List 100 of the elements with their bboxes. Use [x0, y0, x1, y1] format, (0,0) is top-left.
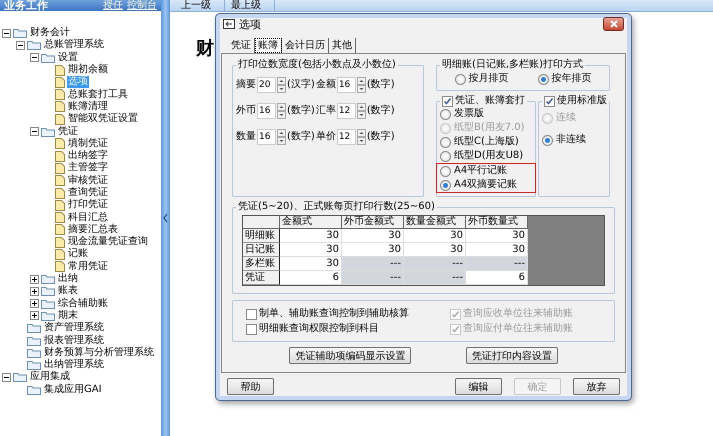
- checkbox[interactable]: [246, 324, 257, 334]
- spin-buttons[interactable]: [277, 129, 286, 145]
- document-icon: [55, 200, 65, 211]
- tree-item[interactable]: 出纳签字: [67, 150, 109, 162]
- document-icon: [55, 261, 65, 272]
- table-cell[interactable]: 30: [280, 257, 342, 271]
- tree-item[interactable]: 打印凭证: [67, 199, 109, 212]
- tree-item[interactable]: 主管签字: [67, 162, 109, 174]
- checkbox-label: 查询应收单位往来辅助账: [463, 308, 573, 320]
- tab[interactable]: 账簿: [255, 38, 282, 53]
- tree-item[interactable]: 查询凭证: [67, 187, 109, 199]
- table-cell[interactable]: 30: [280, 243, 342, 257]
- collapse-icon[interactable]: [16, 40, 25, 50]
- close-button[interactable]: [603, 17, 624, 31]
- tree-item[interactable]: 智能双凭证设置: [67, 113, 139, 126]
- tree-item[interactable]: 设置: [57, 52, 79, 64]
- number-field[interactable]: 20: [257, 77, 276, 93]
- dialog-button[interactable]: 帮助: [227, 378, 274, 395]
- table-cell[interactable]: 30: [466, 243, 528, 257]
- row-header: 凭证: [243, 271, 280, 285]
- number-field[interactable]: 16: [257, 129, 276, 145]
- spin-buttons[interactable]: [356, 129, 366, 145]
- number-field[interactable]: 12: [336, 129, 356, 145]
- spin-buttons[interactable]: [356, 77, 366, 93]
- table-cell[interactable]: 30: [342, 243, 404, 257]
- checkbox-label: 制单、辅助账查询控制到辅助核算: [259, 308, 409, 320]
- folder-icon: [41, 298, 55, 309]
- tree-item[interactable]: 总账套打工具: [67, 88, 129, 101]
- table-cell[interactable]: 6: [466, 271, 528, 285]
- table-cell[interactable]: 6: [280, 271, 342, 285]
- radio-button[interactable]: [454, 74, 466, 84]
- number-field[interactable]: 12: [336, 103, 356, 119]
- tree-item[interactable]: 摘要汇总表: [67, 224, 119, 236]
- tree-item[interactable]: 总账管理系统: [43, 39, 105, 52]
- radio-button[interactable]: [538, 74, 548, 84]
- nav-button[interactable]: 最上级: [225, 0, 275, 11]
- tree-item[interactable]: 出纳管理系统: [43, 359, 105, 372]
- document-icon: [55, 236, 65, 248]
- collapse-icon[interactable]: [2, 372, 11, 382]
- settings-button[interactable]: 凭证打印内容设置: [466, 347, 558, 364]
- spin-buttons[interactable]: [356, 103, 366, 119]
- tree-item[interactable]: 报表管理系统: [43, 334, 105, 347]
- tree-item[interactable]: 常用凭证: [67, 260, 109, 273]
- unit-label: (汉字): [287, 79, 315, 91]
- tree-item[interactable]: 记账: [67, 248, 89, 260]
- close-icon[interactable]: [610, 20, 618, 28]
- nav-button[interactable]: 上一级: [175, 0, 225, 11]
- radio-button[interactable]: [440, 136, 451, 148]
- checkbox[interactable]: [246, 308, 257, 320]
- table-cell[interactable]: 30: [280, 229, 342, 243]
- checkbox[interactable]: [442, 96, 453, 106]
- dialog-button[interactable]: 编辑: [455, 378, 502, 395]
- tree-item[interactable]: 期末: [57, 310, 79, 322]
- tree-item[interactable]: 综合辅助账: [57, 298, 109, 310]
- folder-icon: [27, 336, 41, 346]
- tree-item[interactable]: 财务预算与分析管理系统: [43, 346, 155, 359]
- number-field[interactable]: 16: [336, 77, 356, 93]
- expand-icon[interactable]: [30, 311, 39, 320]
- document-icon: [55, 162, 65, 174]
- collapse-icon[interactable]: [30, 53, 39, 62]
- tree-item[interactable]: 出纳: [57, 273, 79, 286]
- document-icon: [55, 89, 65, 100]
- expand-icon[interactable]: [30, 286, 39, 296]
- tree-item[interactable]: 集成应用GAI: [43, 384, 103, 396]
- field-label: 摘要: [236, 79, 256, 91]
- number-field[interactable]: 16: [257, 103, 276, 119]
- spin-buttons[interactable]: [277, 103, 286, 119]
- collapse-icon[interactable]: [30, 127, 39, 136]
- unit-label: (数字): [366, 131, 395, 143]
- tree-item[interactable]: 科目汇总: [67, 212, 109, 224]
- tree-item[interactable]: 凭证: [57, 126, 79, 138]
- radio-button[interactable]: [440, 180, 451, 190]
- expand-icon[interactable]: [30, 299, 39, 308]
- table-cell[interactable]: 30: [404, 229, 466, 243]
- window-icon: [223, 19, 235, 29]
- tree-item[interactable]: 填制凭证: [67, 138, 109, 150]
- spin-buttons[interactable]: [277, 77, 286, 93]
- tree-item[interactable]: 财务会计: [29, 27, 71, 40]
- table-cell[interactable]: 30: [466, 229, 528, 243]
- radio-button[interactable]: [440, 166, 451, 176]
- tree-item[interactable]: 现金流量凭证查询: [67, 236, 149, 248]
- folder-icon: [13, 28, 27, 38]
- tree-item[interactable]: 账簿清理: [67, 100, 109, 113]
- tree-item[interactable]: 审核凭证: [67, 174, 109, 187]
- tree-item[interactable]: 应用集成: [29, 371, 71, 384]
- dialog-button[interactable]: 放弃: [573, 378, 620, 395]
- folder-icon: [41, 286, 55, 296]
- radio-button[interactable]: [440, 108, 451, 120]
- tree-item[interactable]: 期初余额: [67, 64, 109, 76]
- tree-item[interactable]: 资产管理系统: [43, 322, 105, 334]
- settings-button[interactable]: 凭证辅助项编码显示设置: [289, 347, 412, 364]
- table-cell[interactable]: 30: [342, 229, 404, 243]
- expand-icon[interactable]: [30, 274, 39, 284]
- checkbox[interactable]: [544, 96, 555, 106]
- radio-button[interactable]: [440, 150, 451, 162]
- tree-item[interactable]: 账表: [57, 285, 79, 298]
- collapse-icon[interactable]: [2, 28, 11, 38]
- document-icon: [55, 175, 65, 186]
- table-cell[interactable]: 30: [404, 243, 466, 257]
- radio-button[interactable]: [542, 134, 553, 146]
